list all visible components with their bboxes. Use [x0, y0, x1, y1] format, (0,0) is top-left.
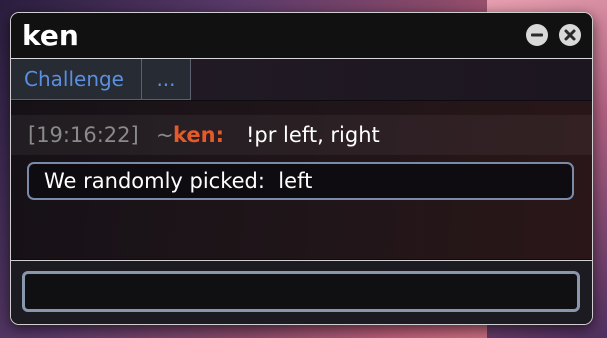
system-message: We randomly picked: left [27, 162, 574, 200]
tab-more[interactable]: ... [142, 59, 191, 100]
tab-bar: Challenge ... [11, 59, 592, 100]
window-title: ken [22, 19, 79, 52]
message-username[interactable]: ken: [173, 115, 224, 155]
chat-message: [19:16:22] ~ ken: !pr left, right [11, 115, 592, 155]
input-bar [11, 260, 592, 324]
close-icon[interactable] [559, 24, 581, 46]
titlebar[interactable]: ken [11, 13, 592, 59]
message-text: !pr left, right [246, 123, 380, 147]
chat-log[interactable]: [19:16:22] ~ ken: !pr left, right We ran… [11, 101, 592, 259]
chat-window: ken Challenge ... [19:16:22] ~ ken: !pr … [10, 12, 593, 325]
tab-challenge[interactable]: Challenge [11, 59, 142, 100]
minimize-icon[interactable] [526, 24, 548, 46]
message-timestamp: [19:16:22] [28, 123, 139, 147]
chat-input[interactable] [22, 271, 580, 312]
rank-symbol: ~ [156, 123, 174, 147]
